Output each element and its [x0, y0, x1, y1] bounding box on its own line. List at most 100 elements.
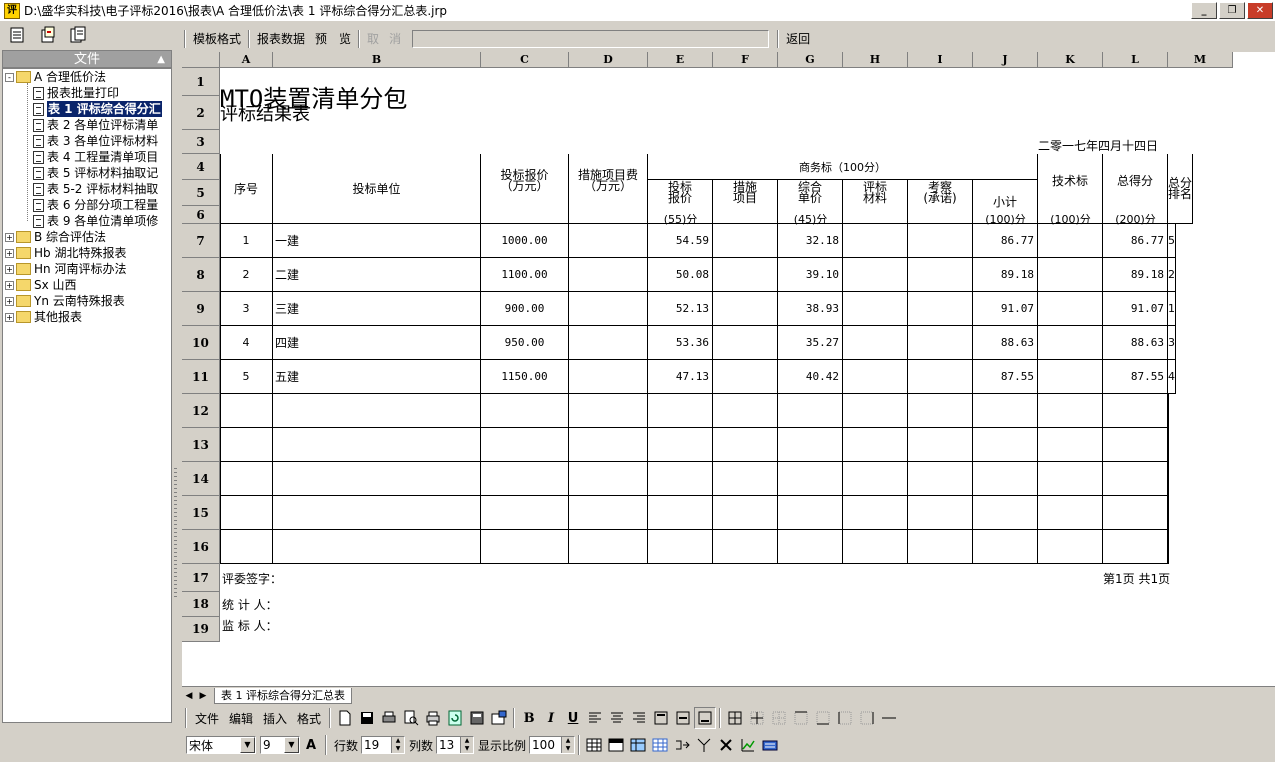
- report-subtitle[interactable]: 评标结果表: [220, 102, 310, 125]
- expand-toggle-icon[interactable]: +: [5, 296, 14, 306]
- print-preview-icon[interactable]: [400, 707, 422, 729]
- cell-f[interactable]: [713, 326, 778, 360]
- spin-icon[interactable]: ▲ ▼: [561, 737, 575, 753]
- tab-prev-icon[interactable]: ◀: [182, 688, 196, 704]
- take-button[interactable]: 取: [362, 29, 384, 49]
- border-right-icon[interactable]: [856, 707, 878, 729]
- sheet-corner[interactable]: [182, 52, 220, 68]
- save-icon[interactable]: [356, 707, 378, 729]
- column-header[interactable]: F: [713, 52, 778, 68]
- tree-folder[interactable]: + Sx 山西: [5, 277, 77, 293]
- cell-l[interactable]: 87.55: [1103, 360, 1168, 394]
- cell-i[interactable]: [908, 462, 973, 496]
- cell-measure[interactable]: [569, 258, 648, 292]
- cell-unit[interactable]: [273, 394, 481, 428]
- cell-bid[interactable]: 950.00: [481, 326, 569, 360]
- cell-bid[interactable]: 900.00: [481, 292, 569, 326]
- cell-e[interactable]: [648, 428, 713, 462]
- header-seq[interactable]: 序号: [220, 154, 273, 224]
- footer-supervisor[interactable]: 监 标 人：: [222, 617, 422, 634]
- border-top-icon[interactable]: [790, 707, 812, 729]
- cell-seq[interactable]: 1: [220, 224, 273, 258]
- border-inner-icon[interactable]: [746, 707, 768, 729]
- row-header[interactable]: 19: [182, 617, 220, 642]
- cell-k[interactable]: [1038, 292, 1103, 326]
- cell-seq[interactable]: 5: [220, 360, 273, 394]
- tree-tool-2-icon[interactable]: [36, 24, 60, 46]
- cell-i[interactable]: [908, 258, 973, 292]
- border-none-icon[interactable]: [768, 707, 790, 729]
- cell-bid[interactable]: [481, 496, 569, 530]
- rows-stepper[interactable]: 19 ▲ ▼: [361, 736, 406, 754]
- cols-stepper[interactable]: 13 ▲ ▼: [436, 736, 475, 754]
- cell-rank[interactable]: [1168, 530, 1169, 564]
- align-right-icon[interactable]: [628, 707, 650, 729]
- cell-measure[interactable]: [569, 326, 648, 360]
- underline-icon[interactable]: U: [562, 707, 584, 729]
- tree-folder[interactable]: - A 合理低价法: [5, 69, 106, 85]
- cell-j[interactable]: 87.55: [973, 360, 1038, 394]
- valign-bottom-icon[interactable]: [694, 707, 717, 729]
- menu-format[interactable]: 格式: [292, 710, 326, 727]
- tree-item[interactable]: 表 2 各单位评标清单: [33, 117, 158, 133]
- cell-f[interactable]: [713, 530, 778, 564]
- cell-seq[interactable]: 4: [220, 326, 273, 360]
- cell-e[interactable]: [648, 462, 713, 496]
- cell-rank[interactable]: [1168, 428, 1169, 462]
- cell-k[interactable]: [1038, 326, 1103, 360]
- row-header[interactable]: 10: [182, 326, 220, 360]
- row-header[interactable]: 11: [182, 360, 220, 394]
- cell-rank[interactable]: 2: [1168, 258, 1176, 292]
- border-all-icon[interactable]: [724, 707, 746, 729]
- cell-h[interactable]: [843, 496, 908, 530]
- menu-file[interactable]: 文件: [190, 710, 224, 727]
- cell-h[interactable]: [843, 292, 908, 326]
- cell-unit[interactable]: 五建: [273, 360, 481, 394]
- row-header[interactable]: 16: [182, 530, 220, 564]
- cell-j[interactable]: [973, 394, 1038, 428]
- tree-folder[interactable]: + 其他报表: [5, 309, 82, 325]
- cell-bid[interactable]: 1150.00: [481, 360, 569, 394]
- cell-h[interactable]: [843, 224, 908, 258]
- font-size-select[interactable]: 9 ▼: [260, 736, 300, 754]
- cell-g[interactable]: 40.42: [778, 360, 843, 394]
- valign-middle-icon[interactable]: [672, 707, 694, 729]
- insert-row-icon[interactable]: [649, 734, 671, 756]
- cell-e[interactable]: [648, 496, 713, 530]
- tree-tool-1-icon[interactable]: [6, 24, 30, 46]
- cell-rank[interactable]: 4: [1168, 360, 1176, 394]
- cell-j[interactable]: 86.77: [973, 224, 1038, 258]
- spin-icon[interactable]: ▲ ▼: [391, 737, 405, 753]
- report-date[interactable]: 二零一七年四月十四日: [1038, 130, 1158, 154]
- cell-bid[interactable]: [481, 462, 569, 496]
- cell-k[interactable]: [1038, 530, 1103, 564]
- column-header[interactable]: K: [1038, 52, 1103, 68]
- cancel-button[interactable]: 消: [384, 29, 406, 49]
- cell-e[interactable]: [648, 394, 713, 428]
- row-header[interactable]: 3: [182, 130, 220, 154]
- row-header[interactable]: 9: [182, 292, 220, 326]
- cell-h[interactable]: [843, 530, 908, 564]
- cell-k[interactable]: [1038, 360, 1103, 394]
- cell-rank[interactable]: [1168, 496, 1169, 530]
- cell-l[interactable]: [1103, 394, 1168, 428]
- cell-h[interactable]: [843, 394, 908, 428]
- cell-l[interactable]: 86.77: [1103, 224, 1168, 258]
- row-header[interactable]: 8: [182, 258, 220, 292]
- cell-f[interactable]: [713, 428, 778, 462]
- cell-i[interactable]: [908, 360, 973, 394]
- border-left-icon[interactable]: [834, 707, 856, 729]
- cell-e[interactable]: 53.36: [648, 326, 713, 360]
- row-header[interactable]: 7: [182, 224, 220, 258]
- cell-h[interactable]: [843, 326, 908, 360]
- cell-j[interactable]: [973, 530, 1038, 564]
- preview-button[interactable]: 预 览: [310, 29, 356, 49]
- cell-i[interactable]: [908, 496, 973, 530]
- cell-measure[interactable]: [569, 394, 648, 428]
- tab-next-icon[interactable]: ▶: [196, 688, 210, 704]
- cell-g[interactable]: [778, 394, 843, 428]
- cell-measure[interactable]: [569, 224, 648, 258]
- print-setup-icon[interactable]: [378, 707, 400, 729]
- properties-icon[interactable]: [488, 707, 510, 729]
- align-center-icon[interactable]: [606, 707, 628, 729]
